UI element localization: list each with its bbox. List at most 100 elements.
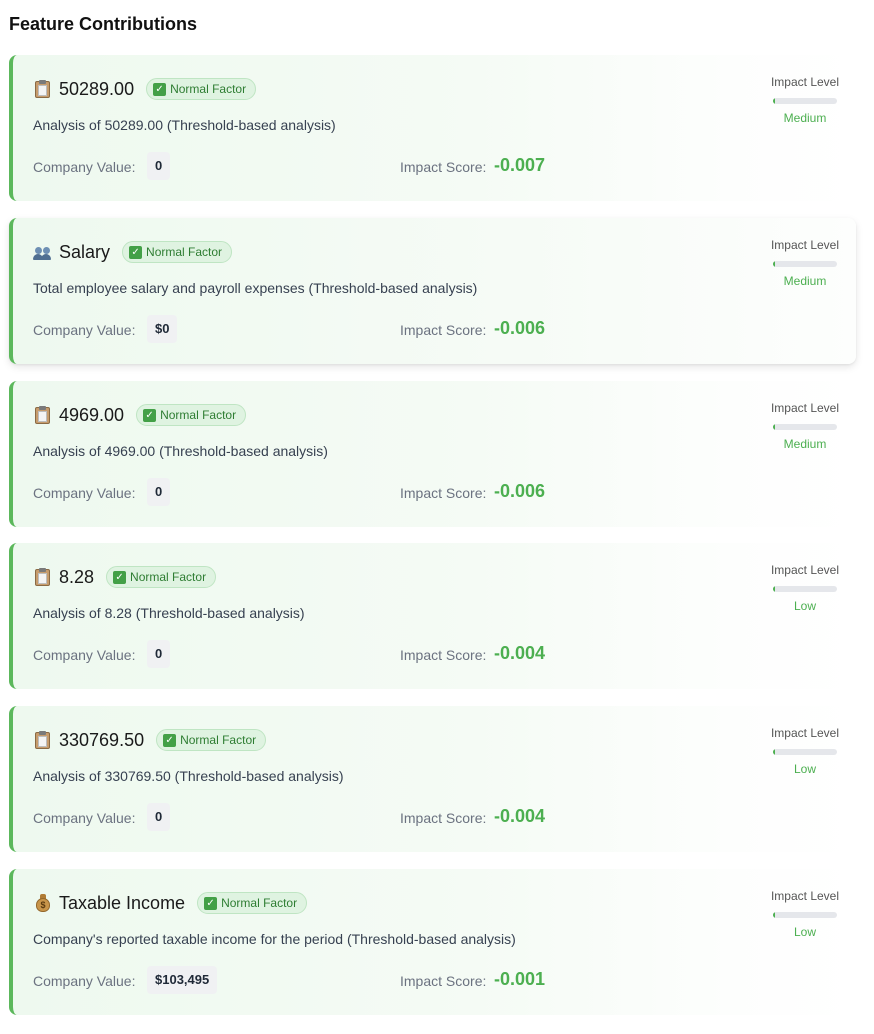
check-icon: ✓	[129, 245, 143, 259]
impact-score-value: -0.004	[494, 806, 546, 826]
clipboard-icon	[33, 79, 53, 99]
impact-level-label: Impact Level	[770, 75, 840, 89]
status-badge: ✓ Normal Factor	[106, 566, 217, 588]
feature-card[interactable]: 330769.50 ✓ Normal Factor Analysis of 33076…	[9, 706, 856, 852]
impact-score-label: Impact Score:	[400, 485, 487, 501]
feature-name: 4969.00	[59, 404, 125, 425]
impact-level-fill	[773, 424, 775, 430]
impact-level-label: Impact Level	[770, 563, 840, 577]
impact-level-value: Low	[793, 762, 816, 776]
money-bag-icon: $	[33, 893, 53, 913]
feature-card[interactable]: 50289.00 ✓ Normal Factor Analysis of 50289.…	[9, 55, 856, 201]
impact-level-bar	[773, 98, 837, 104]
impact-level-bar	[773, 261, 837, 267]
impact-level-value: Low	[793, 925, 816, 939]
check-icon: ✓	[113, 570, 127, 584]
company-value: 0	[147, 640, 171, 668]
feature-title-row: 50289.00 ✓ Normal Factor	[33, 77, 257, 101]
impact-level-fill	[773, 912, 775, 918]
impact-level-bar	[773, 424, 837, 430]
check-icon: ✓	[143, 408, 157, 422]
company-value-label: Company Value:	[33, 810, 136, 826]
impact-level-value: Medium	[783, 111, 827, 125]
impact-score-label: Impact Score:	[400, 647, 487, 663]
impact-level-meter: Impact Level Low	[765, 726, 845, 776]
status-badge: ✓ Normal Factor	[146, 78, 257, 100]
impact-level-fill	[773, 98, 775, 104]
company-value-label: Company Value:	[33, 485, 136, 501]
feature-title-row: 330769.50 ✓ Normal Factor	[33, 728, 267, 752]
check-icon: ✓	[153, 82, 167, 96]
impact-score-label: Impact Score:	[400, 810, 487, 826]
impact-score-value: -0.004	[494, 643, 546, 663]
impact-level-bar	[773, 912, 837, 918]
impact-score-value: -0.007	[494, 155, 546, 175]
impact-level-meter: Impact Level Medium	[765, 75, 845, 125]
feature-name: Salary	[59, 241, 111, 262]
impact-level-value: Low	[793, 599, 816, 613]
impact-score-value: -0.001	[494, 969, 546, 989]
feature-card[interactable]: 8.28 ✓ Normal Factor Analysis of 8.28 (Thre…	[9, 543, 856, 689]
impact-level-meter: Impact Level Medium	[765, 401, 845, 451]
feature-title-row: 8.28 ✓ Normal Factor	[33, 565, 217, 589]
impact-level-bar	[773, 749, 837, 755]
impact-level-value: Medium	[783, 274, 827, 288]
impact-level-label: Impact Level	[770, 238, 840, 252]
status-badge-label: Normal Factor	[146, 245, 223, 259]
feature-description: Company's reported taxable income for th…	[33, 931, 516, 947]
check-icon: ✓	[163, 733, 177, 747]
check-icon: ✓	[204, 896, 218, 910]
feature-title-row: 4969.00 ✓ Normal Factor	[33, 403, 247, 427]
feature-name: Taxable Income	[59, 892, 186, 913]
company-value-label: Company Value:	[33, 647, 136, 663]
impact-score-value: -0.006	[494, 481, 546, 501]
feature-title-row: $ Taxable Income ✓ Normal Factor	[33, 891, 308, 915]
status-badge-label: Normal Factor	[180, 733, 257, 747]
feature-name: 330769.50	[59, 729, 145, 750]
company-value: 0	[147, 478, 171, 506]
impact-level-meter: Impact Level Low	[765, 889, 845, 939]
feature-name: 50289.00	[59, 78, 135, 99]
feature-description: Analysis of 8.28 (Threshold-based analys…	[33, 605, 305, 621]
company-value: 0	[147, 803, 171, 831]
section-heading: Feature Contributions	[9, 14, 197, 34]
feature-name: 8.28	[59, 566, 95, 587]
feature-title-row: Salary ✓ Normal Factor	[33, 240, 233, 264]
impact-score-label: Impact Score:	[400, 973, 487, 989]
feature-description: Analysis of 330769.50 (Threshold-based a…	[33, 768, 344, 784]
feature-card[interactable]: 4969.00 ✓ Normal Factor Analysis of 4969.00…	[9, 381, 856, 527]
impact-level-fill	[773, 749, 775, 755]
clipboard-icon	[33, 567, 53, 587]
feature-description: Total employee salary and payroll expens…	[33, 280, 478, 296]
company-value-label: Company Value:	[33, 322, 136, 338]
status-badge-label: Normal Factor	[221, 896, 298, 910]
feature-card[interactable]: Salary ✓ Normal Factor Total employee salar…	[9, 218, 856, 364]
company-value-label: Company Value:	[33, 159, 136, 175]
people-icon	[33, 242, 53, 262]
impact-level-meter: Impact Level Low	[765, 563, 845, 613]
impact-level-label: Impact Level	[770, 889, 840, 903]
impact-level-bar	[773, 586, 837, 592]
status-badge: ✓ Normal Factor	[156, 729, 267, 751]
impact-score-label: Impact Score:	[400, 322, 487, 338]
impact-level-fill	[773, 586, 775, 592]
impact-score-value: -0.006	[494, 318, 546, 338]
impact-level-value: Medium	[783, 437, 827, 451]
feature-description: Analysis of 4969.00 (Threshold-based ana…	[33, 443, 328, 459]
company-value: 0	[147, 152, 171, 180]
status-badge: ✓ Normal Factor	[122, 241, 233, 263]
status-badge-label: Normal Factor	[130, 570, 207, 584]
feature-card[interactable]: $ Taxable Income ✓ Normal Factor Company's r…	[9, 869, 856, 1015]
impact-score-label: Impact Score:	[400, 159, 487, 175]
impact-level-label: Impact Level	[770, 726, 840, 740]
impact-level-meter: Impact Level Medium	[765, 238, 845, 288]
status-badge-label: Normal Factor	[160, 408, 237, 422]
status-badge: ✓ Normal Factor	[136, 404, 247, 426]
status-badge: ✓ Normal Factor	[197, 892, 308, 914]
feature-description: Analysis of 50289.00 (Threshold-based an…	[33, 117, 336, 133]
company-value: $103,495	[147, 966, 218, 994]
company-value-label: Company Value:	[33, 973, 136, 989]
clipboard-icon	[33, 730, 53, 750]
feature-contributions-panel: Feature Contributions 50289.00 ✓ Normal Fa…	[0, 0, 874, 1034]
status-badge-label: Normal Factor	[170, 82, 247, 96]
